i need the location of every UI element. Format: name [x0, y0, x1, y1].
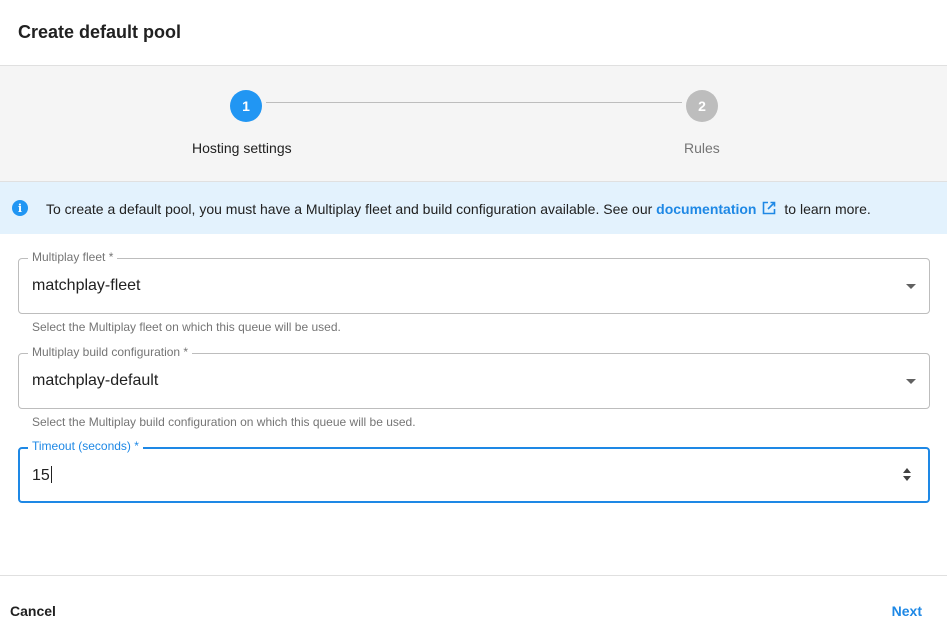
spinner-up-icon[interactable]	[903, 468, 911, 473]
multiplay-fleet-helper: Select the Multiplay fleet on which this…	[32, 320, 341, 334]
timeout-value-text: 15	[32, 467, 50, 484]
step-1-indicator: 1	[230, 90, 262, 122]
number-spinner-icon[interactable]	[903, 466, 913, 484]
spinner-down-icon[interactable]	[903, 476, 911, 481]
step-2-label: Rules	[684, 140, 720, 156]
dialog-footer: Cancel Next	[0, 575, 947, 637]
info-message: To create a default pool, you must have …	[46, 200, 871, 217]
step-connector	[266, 102, 682, 103]
timeout-input[interactable]: Timeout (seconds) * 15	[18, 439, 930, 503]
step-1-label: Hosting settings	[192, 140, 292, 156]
info-icon: i	[12, 200, 28, 216]
dialog-title: Create default pool	[18, 22, 182, 42]
build-configuration-helper: Select the Multiplay build configuration…	[32, 415, 416, 429]
multiplay-fleet-select[interactable]: Multiplay fleet * matchplay-fleet	[18, 250, 930, 314]
timeout-value[interactable]: 15	[32, 466, 52, 485]
next-button[interactable]: Next	[892, 603, 922, 619]
info-text-after: to learn more.	[780, 201, 871, 217]
chevron-down-icon[interactable]	[906, 284, 916, 289]
build-configuration-value: matchplay-default	[32, 372, 159, 389]
info-text-before: To create a default pool, you must have …	[46, 201, 657, 217]
timeout-label: Timeout (seconds) *	[28, 439, 143, 453]
build-configuration-label: Multiplay build configuration *	[28, 345, 193, 359]
documentation-link[interactable]: documentation	[656, 201, 780, 217]
stepper: 1 2 Hosting settings Rules	[0, 66, 947, 182]
chevron-down-icon[interactable]	[906, 379, 916, 384]
step-2-indicator: 2	[686, 90, 718, 122]
text-cursor	[50, 466, 52, 483]
documentation-link-label: documentation	[656, 201, 757, 217]
info-banner: i To create a default pool, you must hav…	[0, 182, 947, 234]
multiplay-fleet-value: matchplay-fleet	[32, 277, 141, 294]
cancel-button[interactable]: Cancel	[10, 603, 56, 619]
build-configuration-select[interactable]: Multiplay build configuration * matchpla…	[18, 345, 930, 409]
dialog-header: Create default pool	[0, 0, 947, 66]
external-link-icon	[762, 201, 775, 215]
multiplay-fleet-label: Multiplay fleet *	[28, 250, 118, 264]
